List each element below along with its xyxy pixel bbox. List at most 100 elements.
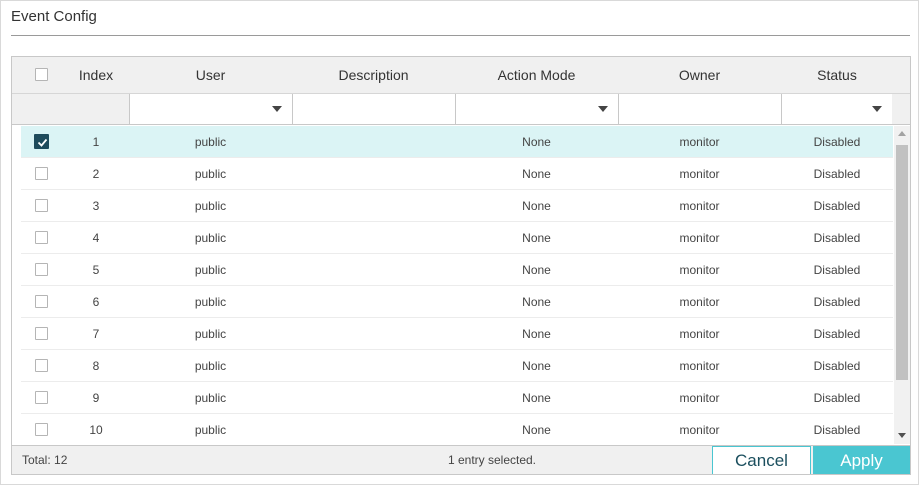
table-row[interactable]: 5 public None monitor Disabled — [21, 254, 893, 286]
cell-owner: monitor — [679, 295, 720, 309]
cell-user: public — [194, 295, 227, 309]
table-row[interactable]: 8 public None monitor Disabled — [21, 350, 893, 382]
row-checkbox[interactable] — [35, 359, 48, 372]
cell-description — [292, 254, 455, 286]
row-checkbox[interactable] — [34, 134, 49, 149]
cell-user: public — [194, 359, 227, 373]
cell-owner: monitor — [679, 167, 720, 181]
table-row[interactable]: 10 public None monitor Disabled — [21, 414, 893, 444]
filter-row — [12, 94, 910, 125]
cell-user: public — [194, 199, 227, 213]
cell-index: 1 — [92, 135, 100, 149]
apply-button[interactable]: Apply — [813, 446, 910, 474]
row-checkbox[interactable] — [35, 391, 48, 404]
owner-filter-input[interactable] — [618, 94, 781, 124]
cell-index: 8 — [92, 359, 100, 373]
table-row[interactable]: 7 public None monitor Disabled — [21, 318, 893, 350]
table-row[interactable]: 1 public None monitor Disabled — [21, 126, 893, 158]
cell-status: Disabled — [813, 327, 861, 341]
cell-action-mode: None — [522, 231, 551, 245]
cell-owner: monitor — [679, 231, 720, 245]
cell-description — [292, 286, 455, 318]
cell-index: 3 — [92, 199, 100, 213]
column-header-action-mode[interactable]: Action Mode — [455, 57, 618, 94]
cell-status: Disabled — [813, 263, 861, 277]
cell-owner: monitor — [679, 359, 720, 373]
table-footer: Total: 12 1 entry selected. Cancel Apply — [12, 445, 910, 474]
cell-user: public — [194, 327, 227, 341]
cell-user: public — [194, 231, 227, 245]
cell-user: public — [194, 135, 227, 149]
row-checkbox[interactable] — [35, 295, 48, 308]
row-checkbox[interactable] — [35, 199, 48, 212]
scrollbar-thumb[interactable] — [896, 145, 908, 380]
cell-index: 9 — [92, 391, 100, 405]
column-header-description[interactable]: Description — [292, 57, 455, 94]
cell-owner: monitor — [679, 263, 720, 277]
row-checkbox[interactable] — [35, 327, 48, 340]
select-all-checkbox[interactable] — [35, 68, 48, 81]
event-table: Index User Description Action Mode Owner… — [11, 56, 911, 475]
cell-status: Disabled — [813, 359, 861, 373]
cell-owner: monitor — [679, 423, 720, 437]
cell-description — [292, 222, 455, 254]
cell-action-mode: None — [522, 199, 551, 213]
cell-description — [292, 190, 455, 222]
column-header-user[interactable]: User — [129, 57, 292, 94]
table-row[interactable]: 3 public None monitor Disabled — [21, 190, 893, 222]
cell-action-mode: None — [522, 423, 551, 437]
cell-action-mode: None — [522, 391, 551, 405]
cell-status: Disabled — [813, 423, 861, 437]
table-row[interactable]: 2 public None monitor Disabled — [21, 158, 893, 190]
checkmark-icon — [37, 138, 48, 147]
section-title: Event Config — [11, 8, 97, 25]
cell-action-mode: None — [522, 263, 551, 277]
cell-status: Disabled — [813, 135, 861, 149]
vertical-scrollbar[interactable] — [894, 126, 910, 444]
column-header-status[interactable]: Status — [781, 57, 893, 94]
cell-description — [292, 350, 455, 382]
cell-action-mode: None — [522, 295, 551, 309]
status-filter-select[interactable] — [781, 94, 892, 124]
cell-status: Disabled — [813, 167, 861, 181]
cell-status: Disabled — [813, 295, 861, 309]
cell-user: public — [194, 391, 227, 405]
description-filter-input[interactable] — [292, 94, 455, 124]
user-filter-select[interactable] — [129, 94, 292, 124]
row-checkbox[interactable] — [35, 423, 48, 436]
cell-index: 5 — [92, 263, 100, 277]
table-row[interactable]: 6 public None monitor Disabled — [21, 286, 893, 318]
column-header-owner[interactable]: Owner — [618, 57, 781, 94]
cell-description — [292, 318, 455, 350]
cell-status: Disabled — [813, 199, 861, 213]
table-row[interactable]: 9 public None monitor Disabled — [21, 382, 893, 414]
cell-index: 7 — [92, 327, 100, 341]
cancel-button[interactable]: Cancel — [712, 446, 811, 474]
column-header-index[interactable]: Index — [62, 57, 130, 94]
cell-user: public — [194, 167, 227, 181]
table-header: Index User Description Action Mode Owner… — [12, 57, 910, 94]
arrow-up-icon[interactable] — [898, 131, 906, 136]
cell-index: 4 — [92, 231, 100, 245]
row-checkbox[interactable] — [35, 167, 48, 180]
cell-description — [292, 382, 455, 414]
arrow-down-icon[interactable] — [898, 433, 906, 438]
row-checkbox[interactable] — [35, 263, 48, 276]
title-divider — [11, 35, 910, 36]
cell-description — [292, 158, 455, 190]
row-checkbox[interactable] — [35, 231, 48, 244]
cell-owner: monitor — [679, 135, 720, 149]
cell-description — [292, 414, 455, 444]
cell-user: public — [194, 263, 227, 277]
cell-description — [292, 126, 455, 158]
cell-action-mode: None — [522, 167, 551, 181]
cell-owner: monitor — [679, 199, 720, 213]
cell-index: 2 — [92, 167, 100, 181]
selection-status: 1 entry selected. — [447, 453, 537, 467]
cell-owner: monitor — [679, 391, 720, 405]
cell-action-mode: None — [522, 327, 551, 341]
table-row[interactable]: 4 public None monitor Disabled — [21, 222, 893, 254]
action-mode-filter-select[interactable] — [455, 94, 618, 124]
event-config-panel: Event Config Index User Description Acti… — [0, 0, 919, 485]
table-body: 1 public None monitor Disabled 2 public … — [12, 126, 910, 444]
